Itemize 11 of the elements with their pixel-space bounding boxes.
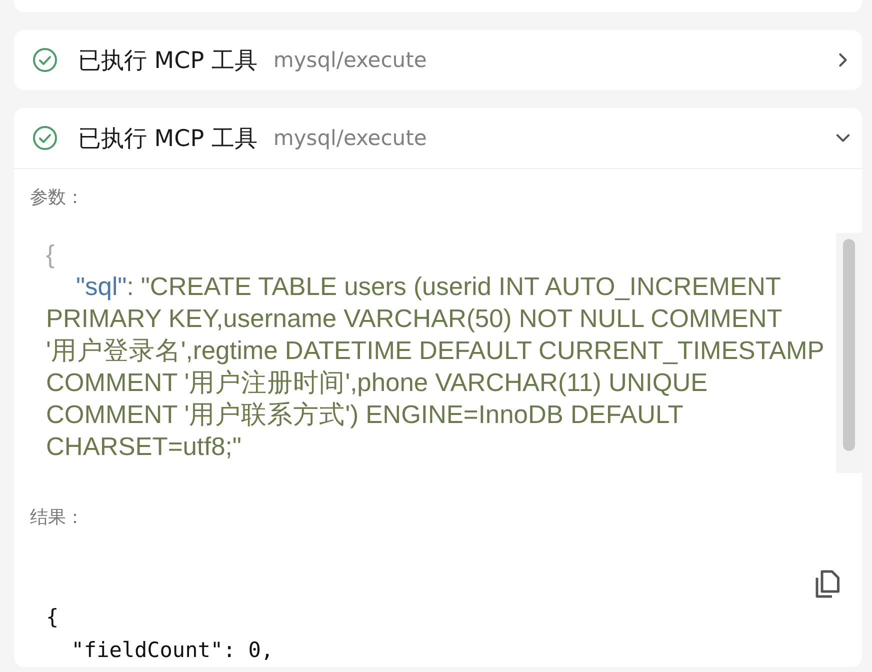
code-line: { (46, 604, 60, 631)
code-line: "fieldCount": 0, (70, 637, 275, 664)
code-line: { (46, 240, 56, 271)
tool-call-title: 已执行 MCP 工具 (78, 46, 258, 76)
section-label: 参数： (30, 186, 85, 209)
tool-call-title: 已执行 MCP 工具 (78, 124, 258, 154)
section-label: 结果： (30, 506, 85, 529)
code-line: "sql": "CREATE TABLE users (userid INT AUTO_INCREMENT PRIMARY KEY,username VARCHAR(50) NOT NULL COMMENT '用户登录名',regtime DATETIME DEFAULT CURRENT_TIMESTAMP COMMENT '用户注册时间',phone VARCHAR(11) UNIQUE COMMENT '用户联系方式') ENGINE=InnoDB DEFAULT CHARSET=utf8;" (46, 272, 825, 463)
tool-name: mysql/execute (273, 126, 428, 150)
tool-name: mysql/execute (273, 48, 428, 72)
scrollbar[interactable] (836, 233, 862, 473)
